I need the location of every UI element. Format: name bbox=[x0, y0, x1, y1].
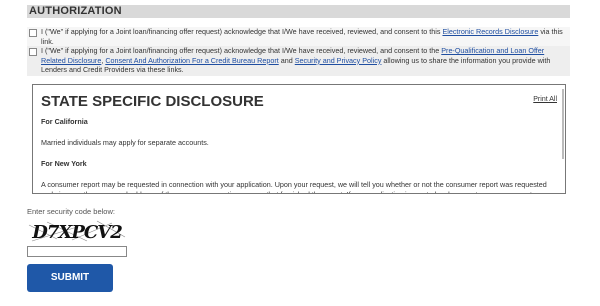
consent-text-2: I ("We" if applying for a Joint loan/fin… bbox=[41, 46, 567, 75]
consent-checkbox-2[interactable] bbox=[29, 48, 37, 56]
disclosure-scrollbar[interactable] bbox=[562, 89, 564, 159]
consent-2-sep-2: and bbox=[278, 55, 295, 65]
authorization-header: AUTHORIZATION bbox=[27, 5, 570, 18]
consent-row-electronic-records: I ("We" if applying for a Joint loan/fin… bbox=[27, 27, 570, 47]
california-heading: For California bbox=[41, 117, 88, 126]
state-disclosure-box[interactable]: STATE SPECIFIC DISCLOSURE Print All For … bbox=[32, 84, 566, 194]
captcha-text: D7XPCV2 bbox=[31, 222, 122, 243]
credit-bureau-consent-link[interactable]: Consent And Authorization For a Credit B… bbox=[105, 56, 278, 65]
print-all-link[interactable]: Print All bbox=[533, 96, 557, 103]
consent-1-text-before: I ("We" if applying for a Joint loan/fin… bbox=[41, 27, 443, 36]
section-title: AUTHORIZATION bbox=[29, 5, 122, 17]
california-text: Married individuals may apply for separa… bbox=[41, 138, 209, 148]
submit-button[interactable]: SUBMIT bbox=[27, 264, 113, 292]
consent-text-1: I ("We" if applying for a Joint loan/fin… bbox=[41, 27, 567, 46]
captcha-image: D7XPCV2 bbox=[27, 219, 127, 245]
security-privacy-policy-link[interactable]: Security and Privacy Policy bbox=[295, 56, 382, 65]
newyork-text: A consumer report may be requested in co… bbox=[41, 180, 547, 193]
disclosure-body: For California Married individuals may a… bbox=[41, 117, 553, 193]
newyork-heading: For New York bbox=[41, 159, 87, 169]
consent-2-text-before: I ("We" if applying for a Joint loan/fin… bbox=[41, 46, 442, 55]
disclosure-title: STATE SPECIFIC DISCLOSURE bbox=[41, 93, 264, 110]
consent-row-prequalification: I ("We" if applying for a Joint loan/fin… bbox=[27, 46, 570, 76]
security-code-label: Enter security code below: bbox=[27, 207, 115, 216]
security-code-input[interactable] bbox=[27, 246, 127, 257]
consent-checkbox-1[interactable] bbox=[29, 29, 37, 37]
electronic-records-link[interactable]: Electronic Records Disclosure bbox=[442, 27, 538, 36]
